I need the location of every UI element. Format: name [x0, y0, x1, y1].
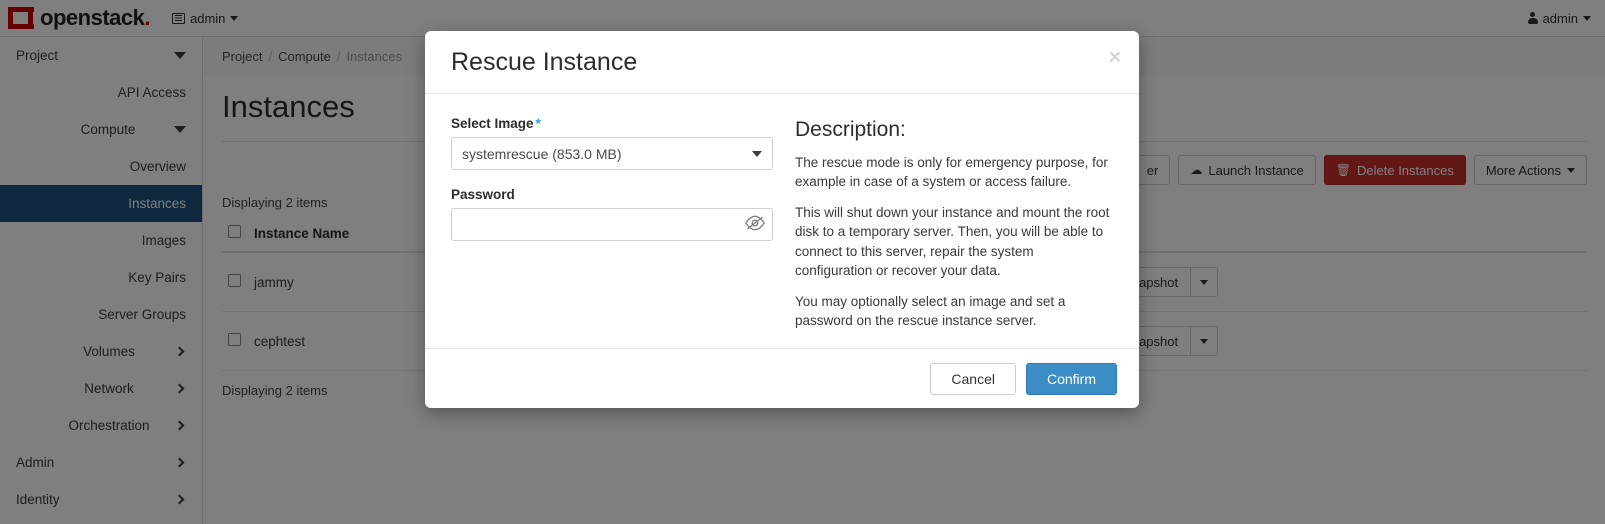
close-icon[interactable]: ×: [1109, 47, 1121, 68]
password-input[interactable]: [451, 208, 773, 241]
rescue-instance-modal: Rescue Instance × Select Image * systemr…: [425, 31, 1139, 408]
description-title: Description:: [795, 118, 906, 141]
required-asterisk: *: [535, 115, 541, 131]
modal-header: Rescue Instance ×: [425, 31, 1139, 94]
eye-slash-icon[interactable]: [745, 215, 765, 233]
rescue-form: Select Image * systemrescue (853.0 MB) P…: [451, 116, 773, 348]
select-image-wrap: systemrescue (853.0 MB): [451, 137, 773, 170]
description-paragraph: This will shut down your instance and mo…: [795, 205, 1110, 278]
password-label: Password: [451, 187, 773, 202]
modal-footer: Cancel Confirm: [425, 348, 1139, 408]
password-wrap: [451, 208, 773, 241]
select-image-dropdown[interactable]: systemrescue (853.0 MB): [451, 137, 773, 170]
password-label-text: Password: [451, 187, 515, 202]
modal-title: Rescue Instance: [451, 47, 638, 76]
description-paragraph: The rescue mode is only for emergency pu…: [795, 155, 1108, 190]
modal-body: Select Image * systemrescue (853.0 MB) P…: [425, 94, 1139, 348]
select-image-label: Select Image *: [451, 116, 773, 131]
confirm-button[interactable]: Confirm: [1025, 362, 1117, 395]
select-image-label-text: Select Image: [451, 116, 534, 131]
description-paragraph: You may optionally select an image and s…: [795, 293, 1066, 329]
cancel-button[interactable]: Cancel: [930, 362, 1016, 395]
screen: openstack. admin admin ProjectAPI Access…: [0, 0, 1605, 524]
description-panel: Description: The rescue mode is only for…: [795, 116, 1113, 348]
